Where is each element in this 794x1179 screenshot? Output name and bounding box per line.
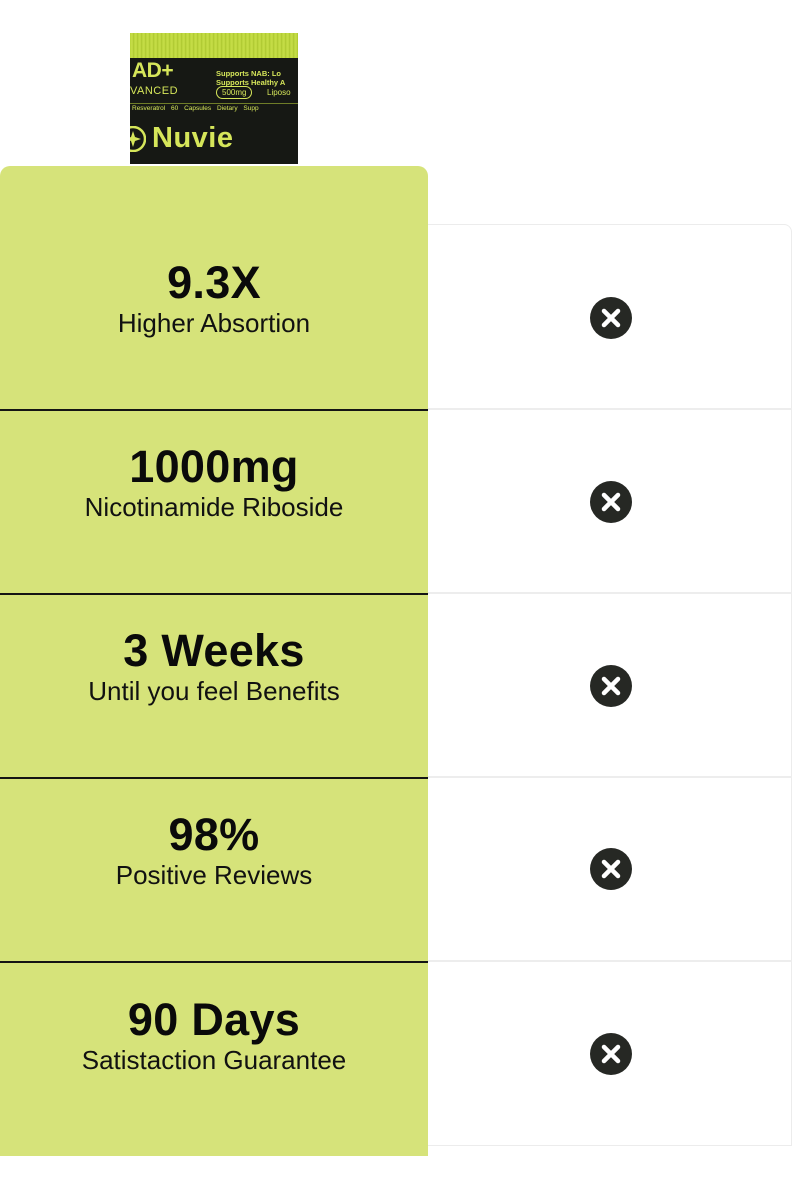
feature-label: Nicotinamide Riboside <box>84 492 344 522</box>
bottle-supports-line-1: Supports NAB: Lo <box>216 69 281 78</box>
competitor-row-divider <box>428 776 792 778</box>
feature-row: 90 Days Satistaction Guarantee <box>0 995 428 1179</box>
competitor-row-divider <box>428 408 792 410</box>
feature-label: Until you feel Benefits <box>88 676 340 706</box>
x-circle-icon <box>590 481 632 523</box>
x-circle-icon <box>590 297 632 339</box>
feature-row: 3 Weeks Until you feel Benefits <box>0 626 428 810</box>
x-circle-icon <box>590 665 632 707</box>
feature-label: Higher Absortion <box>117 308 311 338</box>
feature-value: 90 Days <box>127 994 301 1045</box>
brand-star-icon <box>130 125 146 152</box>
x-circle-icon <box>590 1033 632 1075</box>
feature-row: 1000mg Nicotinamide Riboside <box>0 442 428 626</box>
bottle-label-dose: 500mg <box>216 86 253 99</box>
x-circle-icon <box>590 848 632 890</box>
feature-value: 3 Weeks <box>123 625 305 676</box>
competitor-row-divider <box>428 592 792 594</box>
bottle-label-small-row: Resveratrol 60 Capsules Dietary Supp <box>132 105 259 112</box>
bottle-label-supports: Supports NAB: Lo Supports Healthy A <box>216 69 285 87</box>
bottle-label-divider <box>130 103 298 104</box>
row-divider <box>0 409 428 411</box>
competitor-row-divider <box>428 960 792 962</box>
bottle-label-advanced: VANCED <box>130 85 179 97</box>
bottle-label-nad: AD+ <box>132 59 174 82</box>
product-bottle-image: AD+ VANCED Supports NAB: Lo Supports Hea… <box>130 33 298 164</box>
feature-row: 9.3X Higher Absortion <box>0 258 428 442</box>
feature-value: 1000mg <box>129 441 299 492</box>
bottle-brand: Nuvie <box>130 122 233 155</box>
bottle-label-liposomal: Liposo <box>267 88 291 97</box>
feature-label: Satistaction Guarantee <box>81 1045 347 1075</box>
feature-value: 9.3X <box>167 257 261 308</box>
row-divider <box>0 777 428 779</box>
bottle-brand-name: Nuvie <box>152 122 234 154</box>
feature-value: 98% <box>168 809 260 860</box>
row-divider <box>0 593 428 595</box>
feature-label: Positive Reviews <box>115 860 313 890</box>
row-divider <box>0 961 428 963</box>
bottle-cap <box>130 33 298 58</box>
feature-row: 98% Positive Reviews <box>0 810 428 994</box>
